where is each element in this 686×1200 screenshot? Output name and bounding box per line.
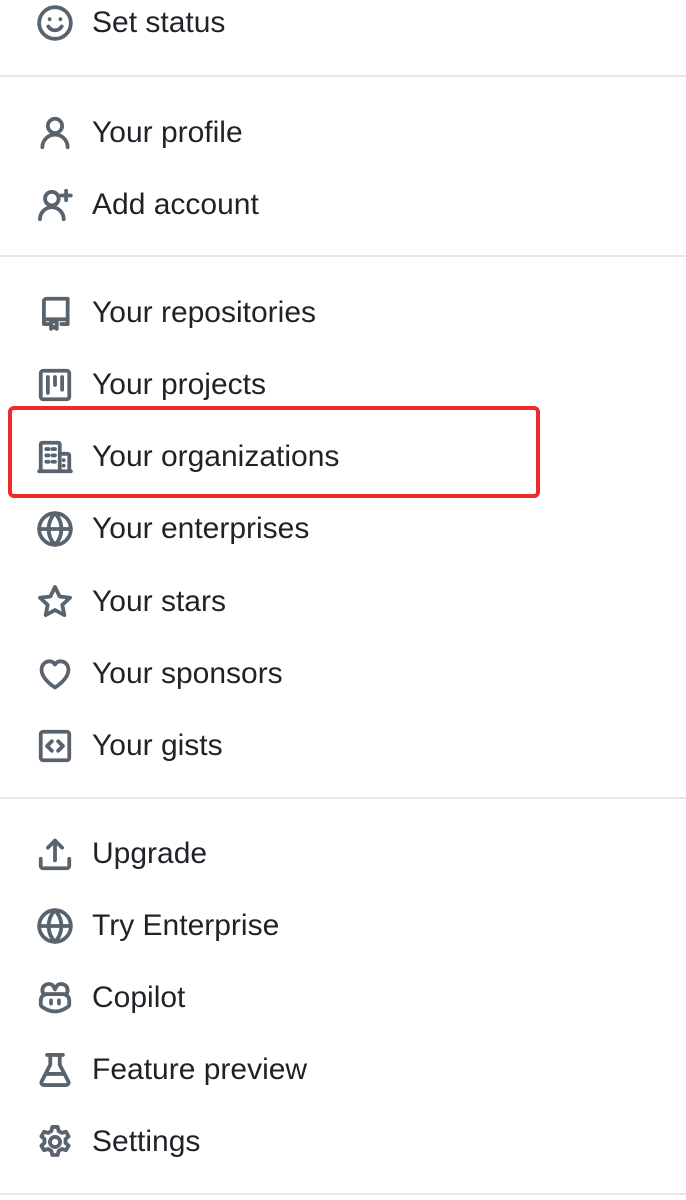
globe-icon: [35, 906, 75, 946]
gear-icon: [35, 1122, 75, 1162]
menu-item-feature-preview[interactable]: Feature preview: [0, 1034, 686, 1106]
menu-divider: [0, 1193, 686, 1195]
menu-item-label: Your gists: [92, 729, 223, 762]
menu-divider: [0, 75, 686, 77]
menu-item-label: Your sponsors: [92, 657, 283, 690]
menu-item-label: Your enterprises: [92, 512, 310, 545]
menu-item-your-gists[interactable]: Your gists: [0, 710, 686, 782]
heart-icon: [35, 654, 75, 694]
user-menu: Set status Your profile Add account Your…: [0, 0, 686, 1200]
menu-item-label: Your stars: [92, 585, 226, 618]
menu-divider: [0, 797, 686, 799]
menu-item-your-repositories[interactable]: Your repositories: [0, 277, 686, 349]
menu-item-label: Your profile: [92, 116, 243, 149]
repo-icon: [35, 293, 75, 333]
menu-item-your-projects[interactable]: Your projects: [0, 349, 686, 421]
copilot-icon: [35, 978, 75, 1018]
menu-item-your-organizations[interactable]: Your organizations: [0, 421, 686, 493]
menu-item-add-account[interactable]: Add account: [0, 169, 686, 241]
menu-item-label: Try Enterprise: [92, 909, 280, 942]
menu-item-label: Copilot: [92, 981, 186, 1014]
menu-item-upgrade[interactable]: Upgrade: [0, 818, 686, 890]
menu-item-set-status[interactable]: Set status: [0, 0, 686, 59]
menu-item-your-stars[interactable]: Your stars: [0, 566, 686, 638]
menu-item-your-sponsors[interactable]: Your sponsors: [0, 638, 686, 710]
menu-item-try-enterprise[interactable]: Try Enterprise: [0, 890, 686, 962]
project-icon: [35, 365, 75, 405]
smiley-icon: [35, 3, 75, 43]
globe-icon: [35, 509, 75, 549]
code-square-icon: [35, 726, 75, 766]
upload-icon: [35, 834, 75, 874]
menu-item-label: Set status: [92, 6, 226, 39]
star-icon: [35, 582, 75, 622]
menu-item-label: Your projects: [92, 368, 266, 401]
organization-icon: [35, 437, 75, 477]
menu-divider: [0, 255, 686, 257]
menu-item-label: Upgrade: [92, 837, 208, 870]
menu-item-copilot[interactable]: Copilot: [0, 962, 686, 1034]
menu-item-label: Add account: [92, 188, 259, 221]
menu-item-label: Feature preview: [92, 1053, 308, 1086]
menu-item-your-enterprises[interactable]: Your enterprises: [0, 493, 686, 565]
menu-item-label: Your repositories: [92, 296, 317, 329]
person-add-icon: [35, 185, 75, 225]
menu-item-your-profile[interactable]: Your profile: [0, 97, 686, 169]
beaker-icon: [35, 1050, 75, 1090]
menu-item-label: Settings: [92, 1125, 201, 1158]
person-icon: [35, 113, 75, 153]
menu-item-label: Your organizations: [92, 440, 340, 473]
menu-item-settings[interactable]: Settings: [0, 1106, 686, 1178]
